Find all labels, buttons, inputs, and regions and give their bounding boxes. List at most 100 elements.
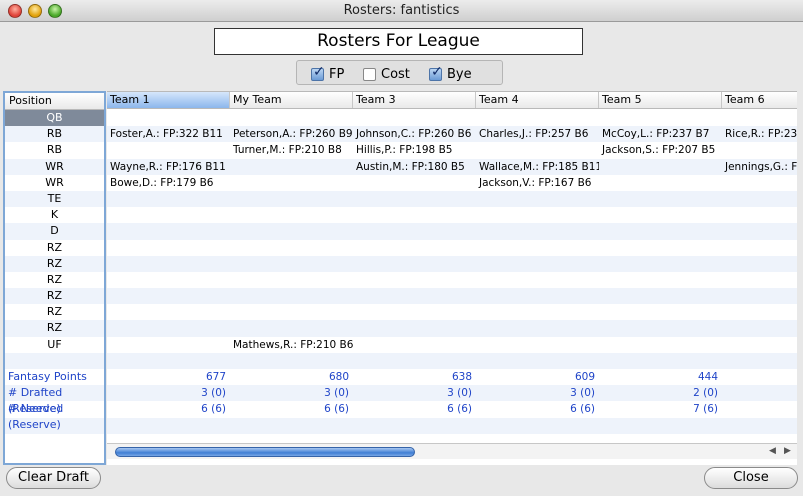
roster-cell[interactable] (107, 207, 230, 223)
clear-draft-button[interactable]: Clear Draft (6, 467, 101, 489)
roster-cell[interactable] (230, 110, 353, 126)
roster-cell[interactable] (230, 223, 353, 239)
roster-table[interactable]: Team 1 My Team Team 3 Team 4 Team 5 Team 6 Fo… (107, 91, 797, 465)
close-button[interactable]: Close (704, 467, 798, 489)
roster-cell[interactable] (722, 110, 797, 126)
roster-cell[interactable] (476, 288, 599, 304)
roster-cell[interactable] (353, 353, 476, 369)
roster-cell[interactable] (722, 223, 797, 239)
table-row[interactable]: Mathews,R.: FP:210 B6 (107, 337, 797, 353)
team-column-header[interactable]: Team 3 (353, 92, 476, 108)
roster-cell[interactable] (107, 272, 230, 288)
roster-cell[interactable] (107, 288, 230, 304)
roster-cell[interactable]: Austin,M.: FP:180 B5 (353, 159, 476, 175)
roster-cell[interactable] (353, 223, 476, 239)
roster-cell[interactable]: Jennings,G.: F (722, 159, 797, 175)
roster-cell[interactable]: Foster,A.: FP:322 B11 (107, 126, 230, 142)
roster-cell[interactable] (722, 191, 797, 207)
roster-cell[interactable] (230, 272, 353, 288)
position-row[interactable]: WR (5, 158, 104, 175)
roster-cell[interactable] (230, 240, 353, 256)
roster-cell[interactable] (353, 272, 476, 288)
roster-cell[interactable] (353, 256, 476, 272)
roster-cell[interactable] (722, 175, 797, 191)
table-row[interactable] (107, 304, 797, 320)
roster-cell[interactable] (599, 191, 722, 207)
roster-cell[interactable] (230, 320, 353, 336)
position-row[interactable]: TE (5, 190, 104, 208)
position-row[interactable]: RZ (5, 240, 104, 256)
roster-cell[interactable] (230, 288, 353, 304)
roster-cell[interactable]: Jackson,S.: FP:207 B5 (599, 142, 722, 158)
roster-cell[interactable]: Turner,M.: FP:210 B8 (230, 142, 353, 158)
roster-cell[interactable] (107, 240, 230, 256)
position-row[interactable]: UF (5, 337, 104, 353)
position-header[interactable]: Position (5, 93, 104, 110)
horizontal-scrollbar[interactable]: ◀ ▶ (107, 443, 797, 459)
table-row[interactable] (107, 320, 797, 337)
roster-cell[interactable] (476, 272, 599, 288)
roster-cell[interactable] (722, 320, 797, 336)
roster-cell[interactable]: Bowe,D.: FP:179 B6 (107, 175, 230, 191)
roster-cell[interactable] (722, 288, 797, 304)
roster-cell[interactable]: Wallace,M.: FP:185 B11 (476, 159, 599, 175)
roster-cell[interactable] (107, 110, 230, 126)
roster-cell[interactable] (722, 256, 797, 272)
team-column-header[interactable]: Team 4 (476, 92, 599, 108)
roster-cell[interactable] (107, 191, 230, 207)
position-row[interactable]: RZ (5, 320, 104, 337)
roster-cell[interactable] (722, 240, 797, 256)
roster-cell[interactable] (107, 256, 230, 272)
table-row[interactable] (107, 272, 797, 288)
table-row[interactable] (107, 255, 797, 272)
roster-cell[interactable] (476, 320, 599, 336)
team-column-header[interactable]: Team 5 (599, 92, 722, 108)
team-column-header[interactable]: Team 1 (107, 92, 230, 108)
roster-cell[interactable]: Johnson,C.: FP:260 B6 (353, 126, 476, 142)
roster-cell[interactable] (107, 304, 230, 320)
roster-cell[interactable] (722, 272, 797, 288)
table-row[interactable]: Turner,M.: FP:210 B8 Hillis,P.: FP:198 B5… (107, 142, 797, 158)
table-row[interactable] (107, 240, 797, 256)
roster-cell[interactable] (599, 240, 722, 256)
roster-cell[interactable] (599, 272, 722, 288)
position-row[interactable]: RZ (5, 272, 104, 288)
position-row[interactable] (5, 352, 104, 369)
position-row[interactable]: RB (5, 126, 104, 143)
roster-cell[interactable] (107, 320, 230, 336)
roster-cell[interactable] (230, 207, 353, 223)
roster-cell[interactable] (230, 159, 353, 175)
position-row[interactable]: RZ (5, 288, 104, 305)
roster-cell[interactable]: Charles,J.: FP:257 B6 (476, 126, 599, 142)
cost-checkbox[interactable]: Cost (363, 66, 410, 82)
roster-cell[interactable] (107, 142, 230, 158)
scroll-left-icon[interactable]: ◀ (769, 446, 776, 456)
roster-cell[interactable] (230, 256, 353, 272)
table-row[interactable] (107, 223, 797, 240)
position-row[interactable]: QB (5, 110, 104, 127)
roster-cell[interactable]: McCoy,L.: FP:237 B7 (599, 126, 722, 142)
roster-cell[interactable]: Rice,R.: FP:237 (722, 126, 797, 142)
roster-cell[interactable] (353, 320, 476, 336)
roster-cell[interactable] (353, 337, 476, 353)
roster-cell[interactable] (599, 256, 722, 272)
team-column-header[interactable]: Team 6 (722, 92, 797, 108)
roster-cell[interactable] (599, 159, 722, 175)
bye-checkbox[interactable]: Bye (429, 64, 472, 82)
roster-cell[interactable] (599, 320, 722, 336)
roster-cell[interactable] (599, 304, 722, 320)
roster-cell[interactable] (353, 191, 476, 207)
roster-cell[interactable] (476, 353, 599, 369)
table-row[interactable] (107, 207, 797, 223)
roster-cell[interactable] (353, 304, 476, 320)
roster-cell[interactable] (476, 191, 599, 207)
table-row[interactable]: Foster,A.: FP:322 B11 Peterson,A.: FP:260… (107, 126, 797, 143)
position-row[interactable]: RB (5, 142, 104, 158)
roster-cell[interactable] (353, 175, 476, 191)
roster-cell[interactable] (107, 337, 230, 353)
roster-cell[interactable]: Wayne,R.: FP:176 B11 (107, 159, 230, 175)
roster-cell[interactable] (476, 240, 599, 256)
roster-cell[interactable] (353, 110, 476, 126)
position-row[interactable]: D (5, 223, 104, 240)
roster-cell[interactable] (230, 175, 353, 191)
